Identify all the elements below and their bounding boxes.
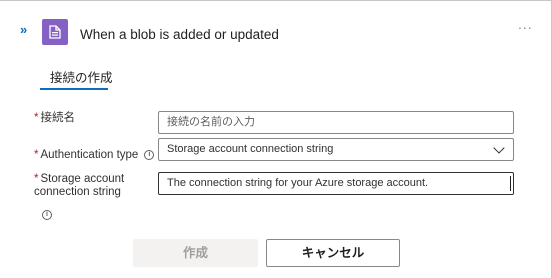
connection-panel: » When a blob is added or updated ... 接続… — [0, 0, 552, 278]
auth-type-label: * Authentication type i — [34, 149, 155, 162]
tab-label: 接続の作成 — [50, 71, 113, 85]
text-cursor — [510, 176, 511, 191]
cancel-button[interactable]: キャンセル — [266, 239, 400, 267]
tab-active-indicator — [40, 88, 108, 90]
more-options-icon[interactable]: ... — [518, 17, 538, 33]
auth-type-select[interactable]: Storage account connection string — [158, 138, 514, 161]
expand-icon[interactable]: » — [20, 23, 34, 37]
create-button[interactable]: 作成 — [133, 239, 258, 267]
tab-create-connection[interactable]: 接続の作成 — [40, 61, 113, 90]
required-marker: * — [34, 149, 39, 161]
connection-name-label: * 接続名 — [34, 112, 75, 125]
blob-glyph-icon — [49, 25, 61, 39]
chevron-down-icon — [493, 142, 505, 154]
connection-string-label: * Storage account connection string — [34, 173, 124, 199]
info-icon[interactable]: i — [144, 149, 155, 160]
required-marker: * — [34, 112, 39, 124]
connection-string-input[interactable]: The connection string for your Azure sto… — [158, 172, 514, 195]
connection-string-label-line2: connection string — [34, 186, 121, 198]
info-icon[interactable]: i — [42, 210, 52, 220]
auth-type-value: Storage account connection string — [167, 143, 334, 155]
connection-name-input[interactable]: 接続の名前の入力 — [158, 111, 514, 134]
connection-string-label-line1: Storage account — [40, 173, 125, 185]
connection-name-label-text: 接続名 — [40, 112, 75, 124]
storage-blob-icon — [42, 19, 68, 45]
connection-string-value: The connection string for your Azure sto… — [167, 177, 429, 189]
trigger-title: When a blob is added or updated — [80, 27, 279, 42]
required-marker: * — [34, 173, 39, 185]
auth-type-label-text: Authentication type — [40, 149, 139, 161]
